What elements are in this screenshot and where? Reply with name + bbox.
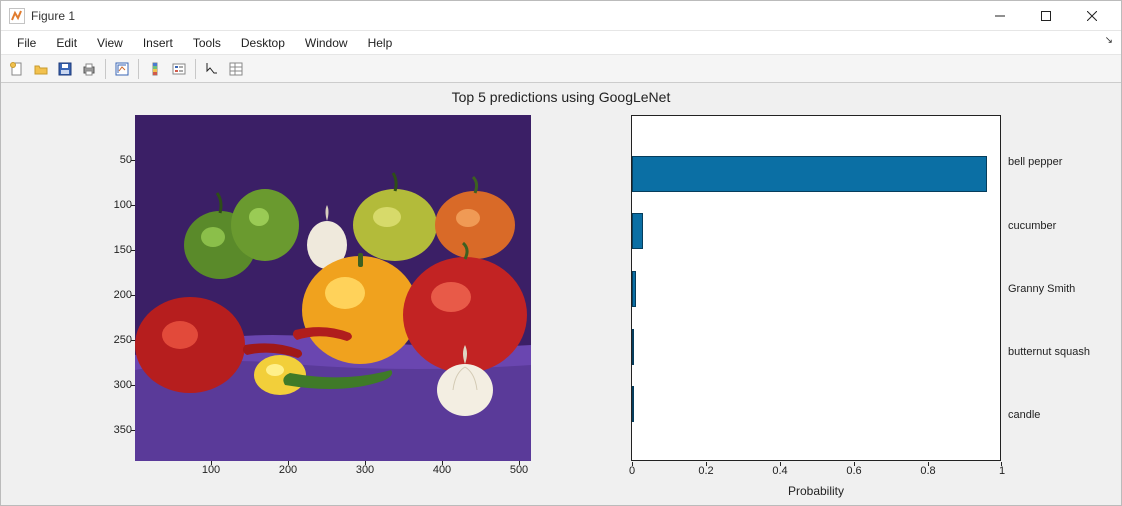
tick-mark (131, 295, 135, 296)
link-axes-button[interactable] (111, 58, 133, 80)
bar (632, 386, 634, 422)
category-label: candle (1008, 409, 1040, 421)
tick-mark (288, 461, 289, 465)
bar (632, 156, 987, 192)
ytick-label: 250 (114, 334, 132, 346)
toolbar-separator (195, 59, 196, 79)
xtick-label: 1 (999, 465, 1005, 477)
tick-mark (780, 462, 781, 466)
category-label: cucumber (1008, 220, 1056, 232)
xtick-label: 400 (433, 464, 451, 476)
insert-legend-button[interactable] (168, 58, 190, 80)
edit-plot-button[interactable] (201, 58, 223, 80)
xtick-label: 300 (356, 464, 374, 476)
bar (632, 213, 643, 249)
tick-mark (131, 340, 135, 341)
ytick-label: 100 (114, 199, 132, 211)
tick-mark (928, 462, 929, 466)
menu-view[interactable]: View (87, 33, 133, 53)
save-button[interactable] (54, 58, 76, 80)
xtick-label: 0.8 (920, 465, 935, 477)
right-axes[interactable]: bell pepper cucumber Granny Smith butter… (631, 115, 1001, 461)
maximize-button[interactable] (1023, 1, 1069, 31)
menu-help[interactable]: Help (358, 33, 403, 53)
print-button[interactable] (78, 58, 100, 80)
tick-mark (442, 461, 443, 465)
category-label: butternut squash (1008, 346, 1090, 358)
tick-mark (131, 160, 135, 161)
bar (632, 329, 634, 365)
bar (632, 271, 636, 307)
minimize-button[interactable] (977, 1, 1023, 31)
xtick-label: 500 (510, 464, 528, 476)
category-label: bell pepper (1008, 156, 1062, 168)
xlabel: Probability (632, 484, 1000, 498)
menu-desktop[interactable]: Desktop (231, 33, 295, 53)
left-axes[interactable]: 50 100 150 200 250 300 350 100 200 300 4… (135, 115, 531, 461)
close-button[interactable] (1069, 1, 1115, 31)
xtick-label: 0.6 (846, 465, 861, 477)
tick-mark (211, 461, 212, 465)
xtick-label: 200 (279, 464, 297, 476)
toolbar-separator (105, 59, 106, 79)
tick-mark (131, 430, 135, 431)
new-figure-button[interactable] (6, 58, 28, 80)
window-title: Figure 1 (31, 9, 75, 23)
ytick-label: 200 (114, 289, 132, 301)
menu-edit[interactable]: Edit (46, 33, 87, 53)
tick-mark (131, 385, 135, 386)
tick-mark (854, 462, 855, 466)
tick-mark (365, 461, 366, 465)
xtick-label: 0.2 (698, 465, 713, 477)
xtick-label: 0.4 (772, 465, 787, 477)
figure-canvas: Top 5 predictions using GoogLeNet (1, 83, 1121, 505)
ytick-label: 350 (114, 424, 132, 436)
xtick-label: 100 (202, 464, 220, 476)
menu-insert[interactable]: Insert (133, 33, 183, 53)
toolbar (1, 55, 1121, 83)
tick-mark (1001, 462, 1002, 466)
tick-mark (131, 250, 135, 251)
toolbar-separator (138, 59, 139, 79)
insert-colorbar-button[interactable] (144, 58, 166, 80)
tick-mark (519, 461, 520, 465)
menu-tools[interactable]: Tools (183, 33, 231, 53)
tick-mark (131, 205, 135, 206)
figure-title: Top 5 predictions using GoogLeNet (1, 89, 1121, 105)
tick-mark (706, 462, 707, 466)
matlab-figure-icon (9, 8, 25, 24)
menubar: File Edit View Insert Tools Desktop Wind… (1, 31, 1121, 55)
menu-file[interactable]: File (7, 33, 46, 53)
open-button[interactable] (30, 58, 52, 80)
ytick-label: 150 (114, 244, 132, 256)
titlebar: Figure 1 (1, 1, 1121, 31)
ytick-label: 300 (114, 379, 132, 391)
xtick-label: 0 (629, 465, 635, 477)
tick-mark (632, 462, 633, 466)
category-label: Granny Smith (1008, 283, 1075, 295)
peppers-image (135, 115, 531, 461)
menu-window[interactable]: Window (295, 33, 358, 53)
open-property-inspector-button[interactable] (225, 58, 247, 80)
dock-arrow-icon[interactable]: ↘ (1105, 35, 1113, 46)
